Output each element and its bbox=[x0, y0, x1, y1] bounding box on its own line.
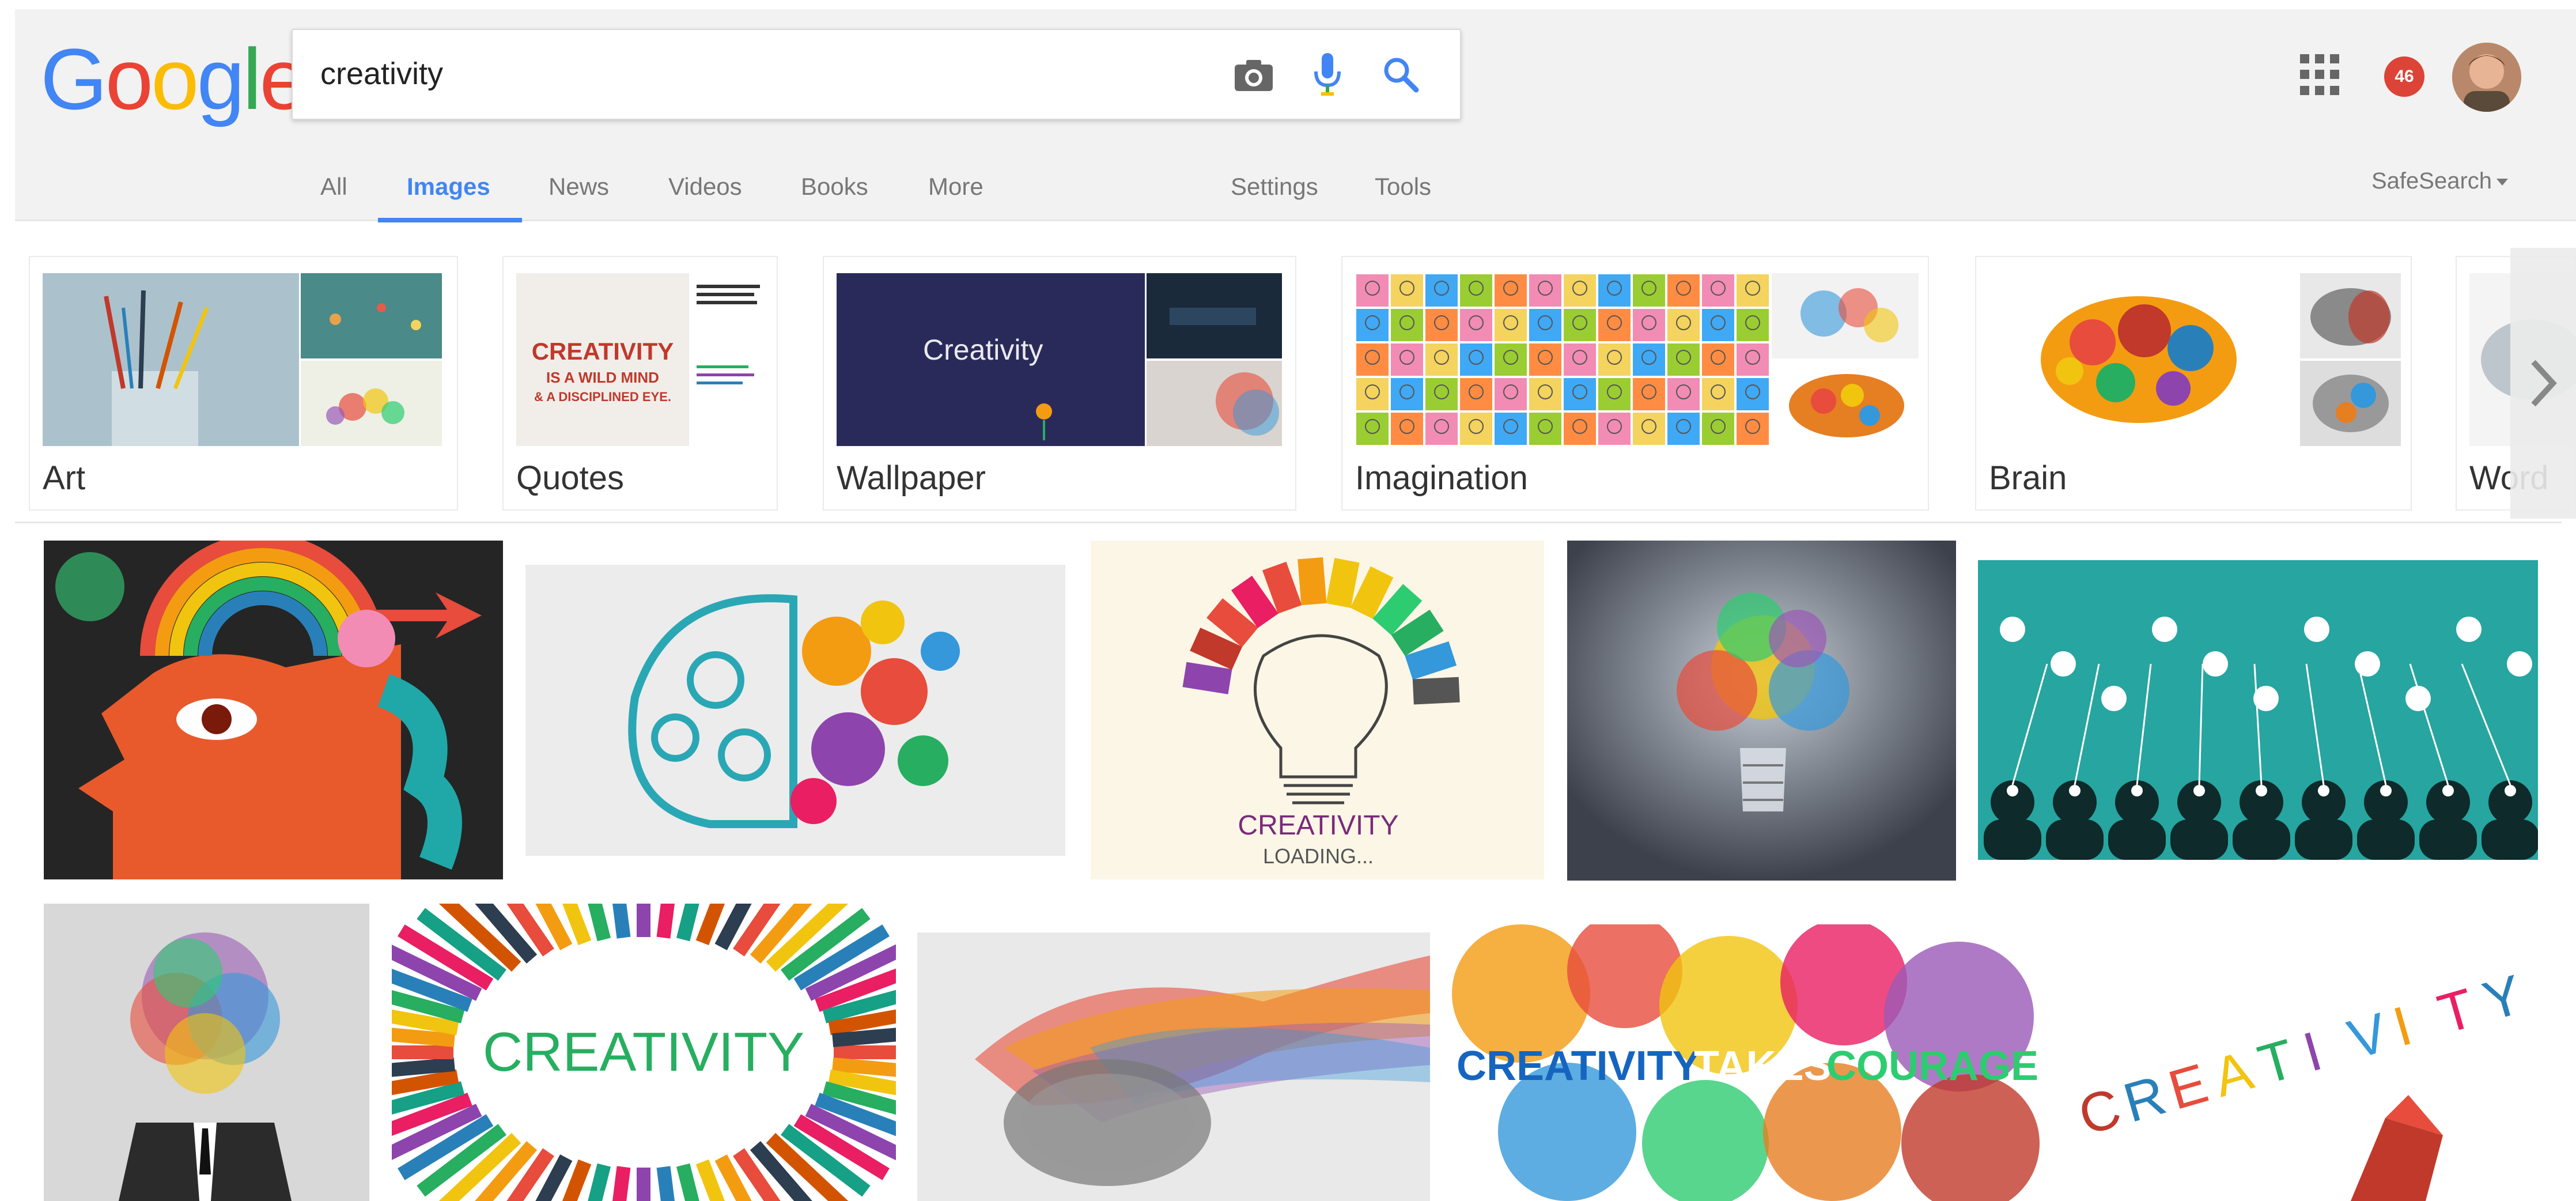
microphone-icon[interactable] bbox=[1300, 47, 1355, 103]
related-chip-wallpaper[interactable]: Creativity Wallpaper bbox=[823, 256, 1296, 511]
related-chip-quotes[interactable]: CREATIVITY IS A WILD MIND & A DISCIPLINED … bbox=[502, 256, 778, 511]
result-image[interactable]: CREATIVITY bbox=[392, 904, 896, 1201]
chip-image bbox=[1355, 273, 1770, 446]
notification-badge[interactable]: 46 bbox=[2384, 56, 2424, 97]
chip-image bbox=[1147, 361, 1282, 446]
result-image[interactable] bbox=[917, 932, 1430, 1201]
chip-image bbox=[2300, 361, 2401, 446]
chip-label: Wallpaper bbox=[837, 459, 986, 497]
tab-news[interactable]: News bbox=[549, 173, 609, 201]
camera-icon[interactable] bbox=[1226, 47, 1281, 103]
result-image[interactable] bbox=[1567, 541, 1956, 881]
chip-image bbox=[301, 361, 442, 446]
chip-image bbox=[43, 273, 299, 446]
pencils-text: CREATIVITY bbox=[483, 1021, 804, 1083]
chip-label: Quotes bbox=[516, 459, 624, 497]
chip-image bbox=[1989, 273, 2300, 446]
google-logo[interactable]: Google bbox=[40, 31, 308, 127]
tab-books[interactable]: Books bbox=[801, 173, 868, 201]
result-image[interactable] bbox=[44, 904, 369, 1201]
safesearch-label: SafeSearch bbox=[2371, 168, 2492, 194]
tab-settings[interactable]: Settings bbox=[1231, 173, 1318, 201]
svg-text:IS A WILD MIND: IS A WILD MIND bbox=[546, 369, 659, 386]
result-image[interactable] bbox=[525, 565, 1065, 856]
chip-image bbox=[1147, 273, 1282, 358]
courage-text: COURAGE bbox=[1826, 1043, 2038, 1089]
related-searches: Art CREATIVITY IS A WILD MIND & A DISCIPLI… bbox=[0, 248, 2576, 519]
search-box bbox=[292, 29, 1461, 120]
svg-text:Creativity: Creativity bbox=[923, 334, 1043, 366]
logo-letter: o bbox=[151, 31, 199, 127]
avatar[interactable] bbox=[2452, 43, 2521, 112]
related-chip-imagination[interactable]: Imagination bbox=[1341, 256, 1929, 511]
bulb-caption: CREATIVITY bbox=[1238, 810, 1398, 841]
chevron-down-icon bbox=[2496, 179, 2509, 186]
active-tab-indicator bbox=[378, 218, 522, 222]
chip-image: Creativity bbox=[837, 273, 1145, 446]
chip-label: Brain bbox=[1989, 459, 2067, 497]
tab-videos[interactable]: Videos bbox=[668, 173, 742, 201]
chip-image bbox=[691, 273, 766, 446]
chip-label: Art bbox=[43, 459, 86, 497]
courage-text: CREATIVITY bbox=[1457, 1043, 1700, 1089]
tab-images[interactable]: Images bbox=[407, 173, 490, 201]
search-tabs: All Images News Videos Books More Settin… bbox=[15, 153, 2576, 222]
result-image[interactable] bbox=[44, 541, 503, 879]
scroll-right-button[interactable] bbox=[2510, 248, 2576, 519]
result-image[interactable]: CREATIVITY LOADING... bbox=[1091, 541, 1544, 879]
courage-text: TAKES bbox=[1694, 1043, 1832, 1089]
result-image[interactable]: CREATIVITY TAKES COURAGE bbox=[1452, 924, 2041, 1201]
tab-all[interactable]: All bbox=[320, 173, 347, 201]
chip-image bbox=[2300, 273, 2401, 358]
svg-text:& A DISCIPLINED EYE.: & A DISCIPLINED EYE. bbox=[534, 390, 671, 404]
chip-label: Imagination bbox=[1355, 459, 1528, 497]
divider bbox=[15, 522, 2562, 523]
logo-letter: G bbox=[40, 31, 108, 127]
result-image[interactable] bbox=[1978, 560, 2538, 860]
chip-image bbox=[301, 273, 442, 358]
logo-letter: o bbox=[105, 31, 153, 127]
chip-image bbox=[1772, 361, 1919, 446]
apps-grid-icon[interactable] bbox=[2300, 54, 2342, 96]
chip-image bbox=[1772, 273, 1919, 358]
header-bar: Google 46 All Images News Videos Books M… bbox=[15, 9, 2576, 222]
related-chip-brain[interactable]: Brain bbox=[1975, 256, 2412, 511]
logo-letter: l bbox=[243, 31, 262, 127]
logo-letter: g bbox=[196, 31, 245, 127]
tab-more[interactable]: More bbox=[928, 173, 984, 201]
result-image[interactable]: CREATIVITY bbox=[2063, 945, 2538, 1201]
related-chip-art[interactable]: Art bbox=[29, 256, 458, 511]
chip-image: CREATIVITY IS A WILD MIND & A DISCIPLINED … bbox=[516, 273, 689, 446]
search-icon[interactable] bbox=[1374, 47, 1429, 103]
search-input[interactable] bbox=[320, 51, 1185, 97]
chevron-right-icon bbox=[2531, 360, 2557, 407]
svg-text:CREATIVITY: CREATIVITY bbox=[532, 338, 674, 365]
tab-tools[interactable]: Tools bbox=[1375, 173, 1431, 201]
safesearch-dropdown[interactable]: SafeSearch bbox=[2371, 168, 2509, 194]
bulb-caption: LOADING... bbox=[1263, 844, 1374, 868]
